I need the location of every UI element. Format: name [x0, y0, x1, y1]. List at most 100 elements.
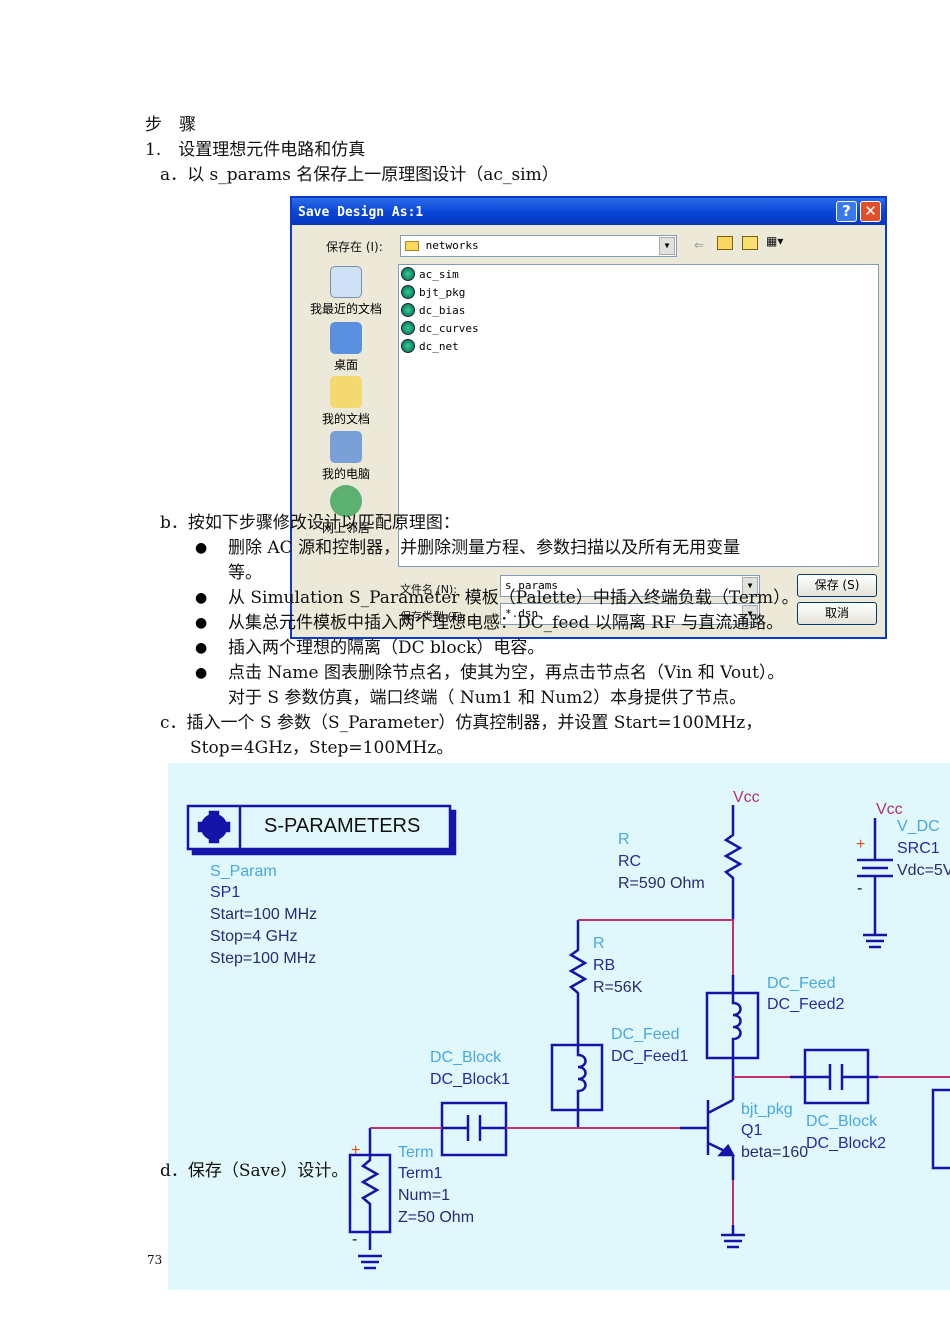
rb-label: R — [593, 935, 605, 952]
save-in-label: 保存在 (I): — [326, 240, 383, 254]
design-icon — [401, 339, 415, 353]
bullet-text: 删除 AC 源和控制器，并删除测量方程、参数扫描以及所有无用变量 — [228, 538, 741, 558]
sparam-stop: Stop=4 GHz — [210, 928, 298, 945]
bullet: ● — [195, 540, 208, 556]
bullet-text: 对于 S 参数仿真，端口终端（ Num1 和 Num2）本身提供了节点。 — [228, 688, 747, 708]
file-item[interactable]: dc_net — [399, 337, 878, 355]
term-label: Term — [398, 1144, 434, 1161]
file-item[interactable]: ac_sim — [399, 265, 878, 283]
up-folder-icon[interactable] — [717, 236, 733, 250]
place-desktop[interactable]: 桌面 — [298, 322, 394, 373]
file-item[interactable]: bjt_pkg — [399, 283, 878, 301]
page-number: 73 — [147, 1253, 163, 1267]
feed1-label: DC_Feed1 — [611, 1048, 688, 1065]
vcc-label: Vcc — [733, 789, 760, 806]
desktop-icon — [330, 322, 362, 354]
minus-sign: - — [352, 1231, 357, 1248]
design-icon — [401, 285, 415, 299]
design-icon — [401, 321, 415, 335]
save-in-select[interactable]: networks ▼ — [400, 235, 677, 257]
step-d: d．保存（Save）设计。 — [160, 1161, 349, 1181]
file-name: dc_bias — [419, 303, 466, 317]
dialog-title-bar[interactable]: Save Design As:1 ? ✕ — [292, 198, 885, 225]
term-label: Term1 — [398, 1165, 443, 1182]
block2-label: DC_Block2 — [806, 1135, 886, 1152]
back-icon[interactable]: ⇐ — [694, 238, 704, 252]
schematic: S-PARAMETERS S_Param SP1 Start=100 MHz S… — [168, 763, 950, 1290]
vcc-label: Vcc — [876, 801, 903, 818]
save-button[interactable]: 保存 (S) — [797, 574, 877, 597]
bullet-text: 等。 — [228, 563, 262, 583]
term-num: Num=1 — [398, 1187, 450, 1204]
design-icon — [401, 267, 415, 281]
sparam-label: SP1 — [210, 884, 240, 901]
design-icon — [401, 303, 415, 317]
rc-label: R — [618, 831, 630, 848]
vdc-label: SRC1 — [897, 840, 940, 857]
term-impedance: Z=50 Ohm — [398, 1209, 474, 1226]
place-label: 我的电脑 — [321, 467, 370, 481]
vdc-label: V_DC — [897, 818, 940, 835]
place-label: 我最近的文档 — [309, 302, 382, 316]
step-a: a．以 s_params 名保存上一原理图设计（ac_sim） — [160, 165, 559, 185]
place-recent[interactable]: 我最近的文档 — [298, 266, 394, 317]
folder-icon — [405, 241, 419, 251]
file-item[interactable]: dc_bias — [399, 301, 878, 319]
bullet: ● — [195, 665, 208, 681]
place-label: 桌面 — [333, 358, 358, 372]
save-in-value: networks — [425, 239, 479, 252]
rc-label: RC — [618, 853, 641, 870]
rb-label: RB — [593, 957, 615, 974]
bullet-text: 插入两个理想的隔离（DC block）电容。 — [228, 638, 545, 658]
help-button[interactable]: ? — [836, 201, 857, 222]
sparam-step: Step=100 MHz — [210, 950, 316, 967]
bjt-label: Q1 — [741, 1122, 762, 1139]
my-documents-icon — [330, 376, 362, 408]
sparam-start: Start=100 MHz — [210, 906, 317, 923]
vdc-value: Vdc=5V — [897, 862, 950, 879]
new-folder-icon[interactable] — [742, 236, 758, 250]
plus-sign: + — [351, 1142, 360, 1159]
block1-label: DC_Block — [430, 1049, 502, 1066]
feed2-label: DC_Feed2 — [767, 996, 844, 1013]
minus-sign: - — [857, 880, 862, 897]
bullet: ● — [195, 590, 208, 606]
step-1: 1. 设置理想元件电路和仿真 — [145, 140, 366, 160]
rc-value: R=590 Ohm — [618, 875, 705, 892]
view-menu-icon[interactable]: ▦▾ — [766, 234, 783, 248]
close-button[interactable]: ✕ — [860, 201, 881, 222]
feed1-label: DC_Feed — [611, 1026, 679, 1043]
place-label: 我的文档 — [321, 412, 370, 426]
step-b: b．按如下步骤修改设计以匹配原理图： — [160, 513, 460, 533]
place-my-computer[interactable]: 我的电脑 — [298, 431, 394, 482]
rb-value: R=56K — [593, 979, 643, 996]
section-heading: 步 骤 — [145, 115, 196, 135]
place-my-documents[interactable]: 我的文档 — [298, 376, 394, 427]
file-list[interactable]: ac_sim bjt_pkg dc_bias dc_curves dc_net — [398, 264, 879, 567]
plus-sign: + — [856, 836, 865, 853]
my-computer-icon — [330, 431, 362, 463]
file-name: bjt_pkg — [419, 285, 466, 299]
step-c-cont: Stop=4GHz，Step=100MHz。 — [190, 738, 454, 758]
file-item[interactable]: dc_curves — [399, 319, 878, 337]
file-name: ac_sim — [419, 267, 459, 281]
feed2-label: DC_Feed — [767, 975, 835, 992]
bullet: ● — [195, 615, 208, 631]
recent-docs-icon — [330, 266, 362, 298]
file-name: dc_net — [419, 339, 459, 353]
bullet-text: 从 Simulation S_Parameter 模板（Palette）中插入终… — [228, 588, 799, 608]
cancel-button[interactable]: 取消 — [797, 602, 877, 625]
sparam-title: S-PARAMETERS — [264, 815, 420, 837]
bjt-label: bjt_pkg — [741, 1101, 793, 1118]
block1-label: DC_Block1 — [430, 1071, 510, 1088]
step-c: c．插入一个 S 参数（S_Parameter）仿真控制器，并设置 Start=… — [160, 713, 763, 733]
bullet-text: 点击 Name 图表删除节点名，使其为空，再点击节点名（Vin 和 Vout）。 — [228, 663, 785, 683]
chevron-down-icon[interactable]: ▼ — [659, 237, 675, 255]
block2-label: DC_Block — [806, 1113, 878, 1130]
dialog-title: Save Design As:1 — [298, 205, 424, 220]
bullet: ● — [195, 640, 208, 656]
bullet-text: 从集总元件模板中插入两个理想电感：DC_feed 以隔离 RF 与直流通路。 — [228, 613, 784, 633]
save-design-dialog: Save Design As:1 ? ✕ 保存在 (I): networks ▼… — [290, 196, 887, 639]
sparam-label: S_Param — [210, 863, 277, 880]
file-name: dc_curves — [419, 321, 479, 335]
